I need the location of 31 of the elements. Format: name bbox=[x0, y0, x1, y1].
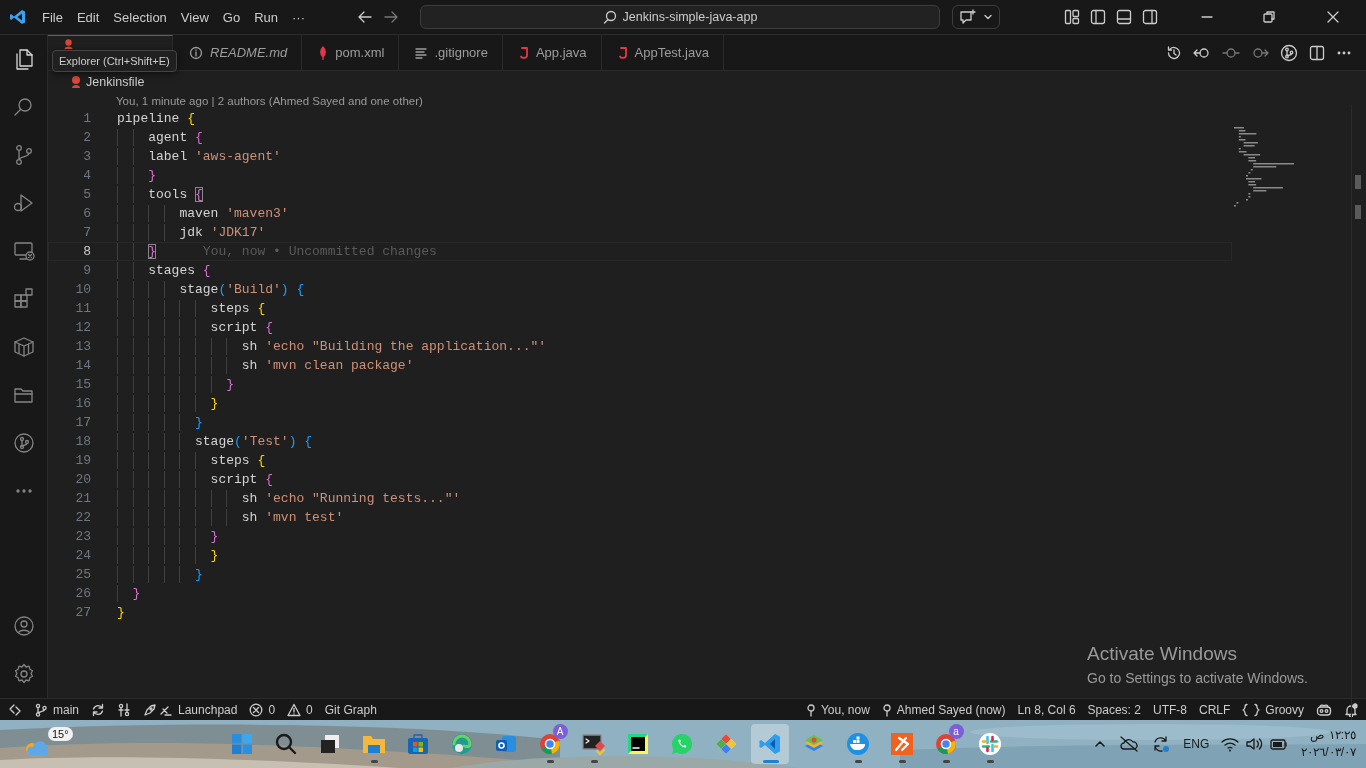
line-number: 23 bbox=[74, 529, 91, 544]
tooltip: Explorer (Ctrl+Shift+E) bbox=[52, 50, 177, 72]
line-number: 13 bbox=[74, 339, 91, 354]
line-number: 16 bbox=[74, 396, 91, 411]
line-number: 3 bbox=[82, 149, 91, 164]
line-number: 14 bbox=[74, 358, 91, 373]
line-number: 20 bbox=[74, 472, 91, 487]
line-number: 15 bbox=[74, 377, 91, 392]
line-number: 25 bbox=[74, 567, 91, 582]
line-number: 9 bbox=[82, 263, 91, 278]
line-number: 8 bbox=[82, 244, 91, 259]
line-number: 1 bbox=[82, 111, 91, 126]
activation-message: Go to Settings to activate Windows. bbox=[1087, 670, 1308, 686]
inline-blame: You, now • Uncommitted changes bbox=[202, 244, 437, 259]
line-number: 22 bbox=[74, 510, 91, 525]
line-number: 21 bbox=[74, 491, 91, 506]
line-number: 7 bbox=[82, 225, 91, 240]
line-number: 17 bbox=[74, 415, 91, 430]
line-number: 11 bbox=[74, 301, 91, 316]
line-number: 10 bbox=[74, 282, 91, 297]
activation-title: Activate Windows bbox=[1087, 643, 1238, 665]
line-number: 27 bbox=[74, 605, 91, 620]
line-number: 26 bbox=[74, 586, 91, 601]
line-number: 19 bbox=[74, 453, 91, 468]
line-number: 12 bbox=[74, 320, 91, 335]
line-number: 18 bbox=[74, 434, 91, 449]
line-number: 2 bbox=[82, 130, 91, 145]
line-number: 5 bbox=[82, 187, 91, 202]
line-number: 4 bbox=[82, 168, 91, 183]
line-number: 24 bbox=[74, 548, 91, 563]
line-number: 6 bbox=[82, 206, 91, 221]
